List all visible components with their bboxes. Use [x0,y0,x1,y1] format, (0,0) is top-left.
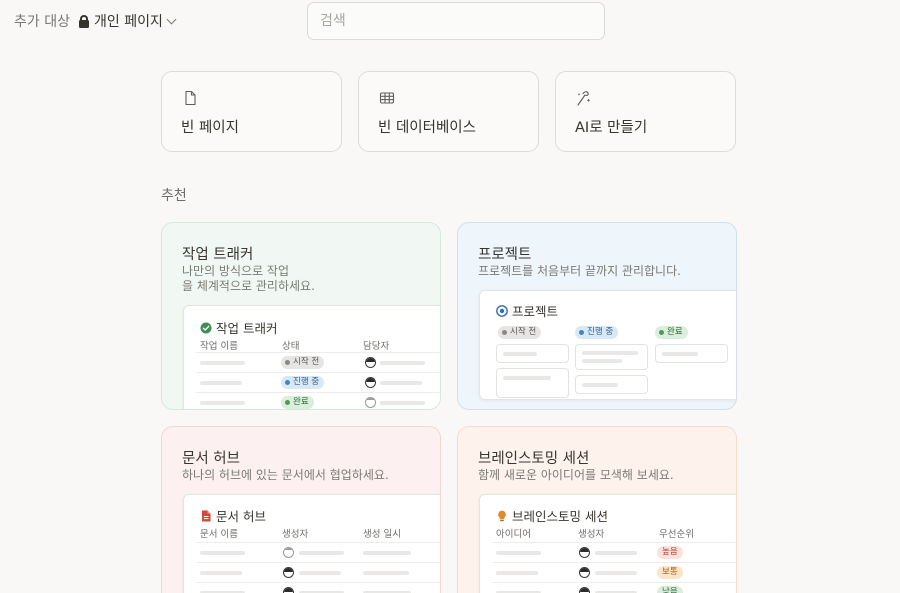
priority-badge: 보통 [657,566,683,579]
status-badge: 시작 전 [281,356,325,369]
template-card-task-tracker[interactable]: 작업 트래커 나만의 방식으로 작업 을 체계적으로 관리하세요. 작업 트래커… [161,222,441,410]
lock-icon [78,14,89,28]
template-preview: 프로젝트 시작 전 진행 중 완료 [479,290,736,400]
template-preview: 작업 트래커 작업 이름 상태 담당자 시작 전 진행 중 완료 [183,305,440,409]
column-header: 상태 [282,341,300,352]
template-preview: 브레인스토밍 세션 아이디어 생성자 우선순위 높음 보통 낮음 [479,494,736,593]
group-badge: 시작 전 [498,326,542,339]
section-label-recommended: 추천 [161,188,187,204]
column-header: 생성자 [282,529,309,540]
board-card [575,344,648,370]
column-header: 문서 이름 [200,529,238,540]
table-icon [379,92,395,104]
preview-title: 브레인스토밍 세션 [512,509,608,524]
template-title: 문서 허브 [182,451,240,467]
avatar [579,587,590,593]
avatar [579,567,590,578]
table-row: 진행 중 [196,372,440,392]
search-input[interactable] [307,2,605,40]
blank-database-button[interactable]: 빈 데이터베이스 [358,71,539,152]
avatar [283,567,294,578]
board-card [655,344,728,363]
board-card [496,368,569,398]
avatar [365,357,376,368]
template-title: 프로젝트 [478,247,532,263]
column-header: 생성 일시 [363,529,401,540]
table-row: 완료 [196,392,440,409]
template-description: 하나의 허브에 있는 문서에서 협업하세요. [182,468,389,482]
create-with-ai-button[interactable]: AI로 만들기 [555,71,736,152]
preview-title: 프로젝트 [512,304,559,319]
template-card-brainstorm[interactable]: 브레인스토밍 세션 함께 새로운 아이디어를 모색해 보세요. 브레인스토밍 세… [457,426,737,593]
group-badge: 완료 [655,326,688,339]
blank-page-button[interactable]: 빈 페이지 [161,71,342,152]
table-row: 낮음 [492,582,736,593]
target-page-name: 개인 페이지 [93,14,163,30]
table-row [196,582,440,593]
create-with-ai-label: AI로 만들기 [575,120,648,136]
priority-badge: 높음 [657,546,683,559]
lightbulb-icon [498,510,506,521]
board-card [575,375,648,394]
table-row: 시작 전 [196,352,440,372]
add-to-label: 추가 대상 [14,14,70,30]
ai-wand-icon [577,91,591,106]
template-preview: 문서 허브 문서 이름 생성자 생성 일시 [183,494,440,593]
column-header: 우선순위 [659,529,694,540]
preview-title: 문서 허브 [216,509,266,524]
table-row: 높음 [492,542,736,562]
template-description: 나만의 방식으로 작업 을 체계적으로 관리하세요. [182,264,315,293]
avatar [283,547,294,558]
template-description: 함께 새로운 아이디어를 모색해 보세요. [478,468,674,482]
blank-page-label: 빈 페이지 [181,120,239,136]
avatar [579,547,590,558]
chevron-down-icon [166,14,177,24]
column-header: 생성자 [578,529,605,540]
table-row: 보통 [492,562,736,582]
column-header: 작업 이름 [200,341,238,352]
target-icon [496,304,508,317]
template-card-doc-hub[interactable]: 문서 허브 하나의 허브에 있는 문서에서 협업하세요. 문서 허브 문서 이름… [161,426,441,593]
table-row [196,562,440,582]
table-row [196,542,440,562]
template-card-project[interactable]: 프로젝트 프로젝트를 처음부터 끝까지 관리합니다. 프로젝트 시작 전 진행 … [457,222,737,410]
add-to-selector[interactable]: 추가 대상 개인 페이지 [14,10,177,32]
template-title: 작업 트래커 [182,247,254,263]
column-header: 아이디어 [496,529,531,540]
template-title: 브레인스토밍 세션 [478,451,590,467]
avatar [365,397,376,408]
preview-title: 작업 트래커 [216,321,278,336]
group-badge: 진행 중 [575,326,619,339]
priority-badge: 낮음 [657,586,683,593]
column-header: 담당자 [363,341,390,352]
document-icon [202,510,211,521]
avatar [283,587,294,593]
template-description: 프로젝트를 처음부터 끝까지 관리합니다. [478,264,681,278]
page-icon [185,90,196,106]
avatar [365,377,376,388]
check-circle-icon [200,322,212,333]
status-badge: 진행 중 [281,376,325,389]
blank-database-label: 빈 데이터베이스 [378,120,476,136]
status-badge: 완료 [281,396,314,409]
board-card [496,344,569,363]
